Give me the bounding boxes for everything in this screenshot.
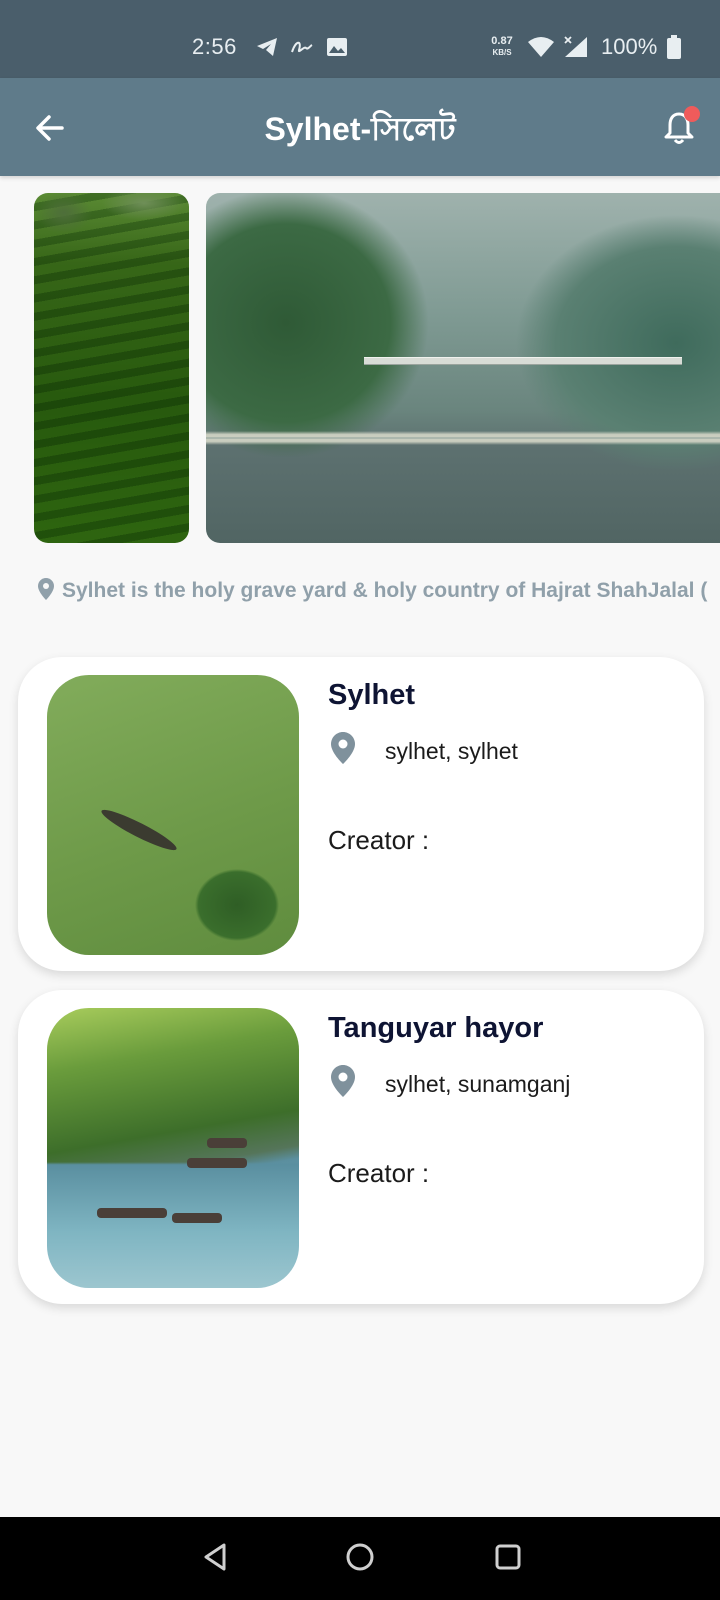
status-bar: 2:56 0.87 KB/S 100% — [0, 0, 720, 78]
wifi-icon — [528, 37, 554, 57]
location-pin-icon — [331, 1065, 355, 1097]
carousel-slide-river-bridge[interactable] — [206, 193, 720, 543]
caption-text: Sylhet is the holy grave yard & holy cou… — [62, 579, 708, 602]
boat-graphic — [207, 1138, 247, 1148]
location-caption: Sylhet is the holy grave yard & holy cou… — [38, 578, 720, 610]
place-creator: Creator : — [328, 1158, 430, 1188]
notification-badge — [684, 106, 700, 122]
boat-graphic — [172, 1213, 222, 1223]
home-circle-icon[interactable] — [340, 1537, 380, 1577]
place-card[interactable]: Tanguyar hayor sylhet, sunamganj Creator… — [18, 990, 704, 1304]
water-line-graphic — [206, 437, 720, 439]
boat-graphic — [97, 1208, 167, 1218]
back-triangle-icon[interactable] — [196, 1537, 236, 1577]
network-speed: 0.87 KB/S — [486, 36, 518, 58]
place-location: sylhet, sylhet — [385, 738, 518, 764]
cell-signal-icon — [564, 36, 587, 57]
signature-app-icon — [291, 41, 313, 53]
boat-graphic — [187, 1158, 247, 1168]
boat-graphic — [98, 804, 180, 856]
place-creator: Creator : — [328, 825, 430, 855]
place-location: sylhet, sunamganj — [385, 1071, 571, 1097]
app-bar: Sylhet-সিলেট — [0, 78, 720, 176]
page-title: Sylhet-সিলেট — [264, 111, 456, 147]
carousel-slide-tea-garden[interactable] — [34, 193, 189, 543]
battery-percent: 100% — [601, 34, 658, 59]
gallery-icon — [327, 38, 347, 56]
network-speed-unit: KB/S — [492, 48, 512, 57]
bridge-graphic — [364, 357, 682, 365]
status-time: 2:56 — [192, 34, 237, 59]
place-card[interactable]: Sylhet sylhet, sylhet Creator : — [18, 657, 704, 971]
network-speed-value: 0.87 — [491, 35, 513, 47]
location-pin-icon — [331, 732, 355, 764]
place-image — [47, 1008, 299, 1288]
battery-icon — [667, 35, 681, 59]
location-pin-icon — [38, 578, 54, 600]
image-carousel[interactable] — [0, 193, 720, 543]
place-name: Tanguyar hayor — [328, 1012, 544, 1044]
system-nav-bar — [0, 1517, 720, 1600]
telegram-icon — [257, 38, 277, 56]
place-image — [47, 675, 299, 955]
place-name: Sylhet — [328, 679, 416, 711]
notification-button[interactable] — [658, 106, 700, 148]
recents-square-icon[interactable] — [488, 1537, 528, 1577]
